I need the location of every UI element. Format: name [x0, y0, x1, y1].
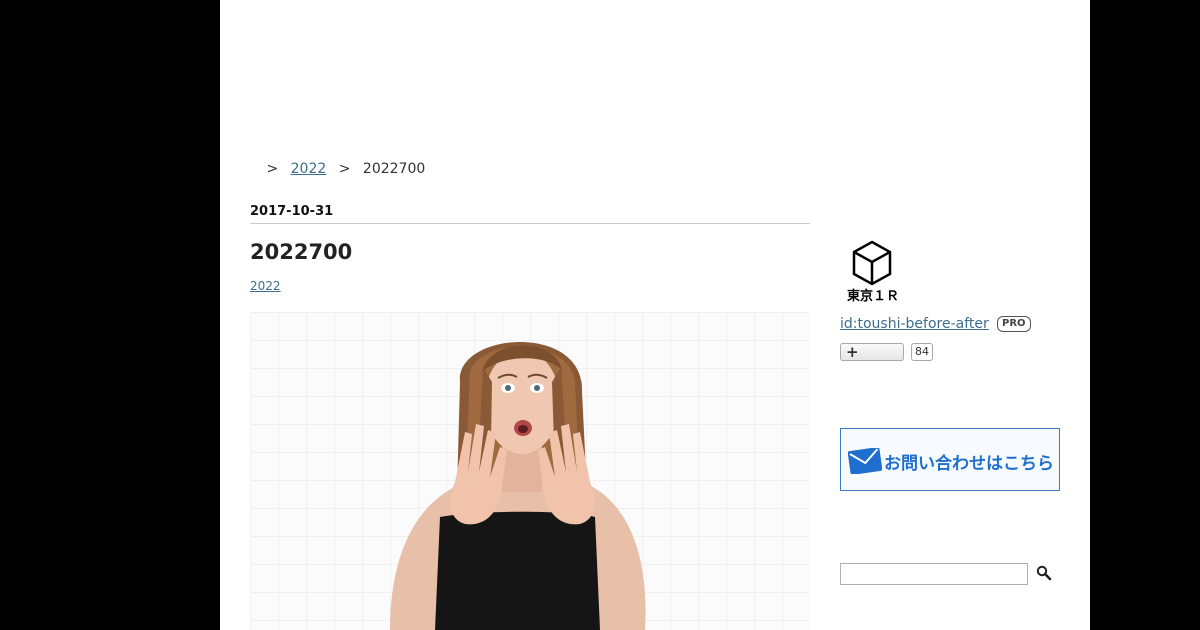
follower-count: 84: [911, 343, 933, 361]
contact-banner[interactable]: お問い合わせはこちら: [840, 428, 1060, 491]
contact-banner-label: お問い合わせはこちら: [884, 454, 1054, 474]
profile-icon-caption: 東京１Ｒ: [847, 288, 899, 304]
breadcrumb-current: 2022700: [362, 161, 426, 177]
breadcrumb-separator: >: [338, 161, 351, 177]
pro-badge: PRO: [997, 316, 1031, 332]
entry-title[interactable]: 2022700: [250, 240, 352, 264]
breadcrumb-link-year[interactable]: 2022: [291, 161, 327, 177]
entry-category-link[interactable]: 2022: [250, 279, 281, 293]
entry-date-text: 2017-10-31: [250, 204, 334, 219]
surprised-woman-photo: [390, 342, 646, 630]
search-icon: [1036, 565, 1052, 581]
page-content: > 2022 > 2022700 2017-10-31 2022700 2022: [220, 0, 1090, 630]
profile-avatar[interactable]: 東京１Ｒ: [840, 238, 906, 304]
envelope-icon: [848, 448, 882, 474]
search-button[interactable]: [1034, 565, 1054, 583]
entry-date: 2017-10-31: [250, 204, 810, 224]
plus-icon: +: [846, 343, 859, 361]
profile-id-link[interactable]: id:toushi-before-after: [840, 316, 989, 332]
breadcrumb-separator: >: [266, 161, 279, 177]
cube-icon: 東京１Ｒ: [847, 240, 899, 304]
follow-button[interactable]: +: [840, 343, 904, 361]
breadcrumb: > 2022 > 2022700: [250, 161, 425, 177]
entry-image: [250, 312, 810, 630]
search-input[interactable]: [840, 563, 1028, 585]
